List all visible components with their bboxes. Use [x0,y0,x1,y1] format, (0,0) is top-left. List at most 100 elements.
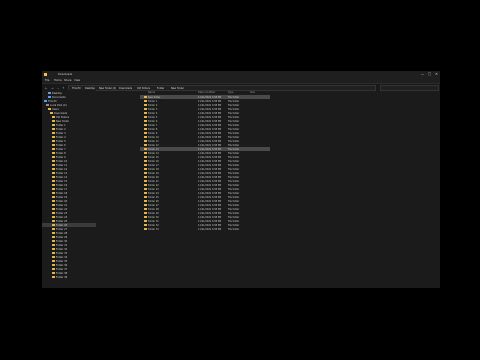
column-type[interactable]: Type [228,91,234,94]
folder-icon [144,107,147,111]
window-title: Downloads [58,73,73,76]
folder-icon [144,219,147,223]
folder-icon [52,215,55,219]
folder-icon [52,191,55,195]
folder-icon [52,115,55,119]
folder-icon [52,243,55,247]
folder-icon [144,135,147,139]
folder-icon [52,199,55,203]
folder-icon [52,131,55,135]
minimize-button[interactable]: — [420,72,425,76]
folder-icon [144,103,147,107]
folder-icon [144,215,147,219]
folder-icon [144,151,147,155]
folder-icon [144,191,147,195]
folder-icon [144,147,147,151]
forward-arrow-icon[interactable]: → [51,86,54,90]
folder-icon [52,159,55,163]
back-arrow-icon[interactable]: ← [45,86,48,90]
recent-chevron-down-icon[interactable]: ⌄ [57,86,60,90]
nav-item[interactable]: Folder 39 [52,275,67,279]
folder-icon [144,167,147,171]
folder-icon [52,155,55,159]
folder-icon [52,235,55,239]
folder-icon [52,203,55,207]
folder-icon [52,167,55,171]
address-bar-row: ← → ⌄ ↑ This PC Desktop New folder (2) D… [42,83,440,91]
folder-icon [144,199,147,203]
folder-icon [52,255,55,259]
folder-icon [52,163,55,167]
folder-icon [52,259,55,263]
tab-file[interactable]: File [45,79,49,82]
folder-icon [52,211,55,215]
folder-icon [52,251,55,255]
folder-icon [52,231,55,235]
up-arrow-icon[interactable]: ↑ [62,86,65,90]
folder-icon [52,123,55,127]
nav-selection-highlight [42,223,96,227]
folder-icon [144,211,147,215]
folder-icon [52,175,55,179]
status-bar [42,286,440,288]
folder-icon [48,95,51,99]
file-date: 11/21/2021 4:58 PM [198,227,222,231]
folder-icon [144,203,147,207]
file-explorer-window: Downloads — □ ✕ File Home Share View ← →… [42,71,440,288]
folder-icon [44,73,47,76]
folder-icon [144,227,147,231]
folder-icon [52,267,55,271]
folder-icon [144,175,147,179]
folder-icon [144,171,147,175]
folder-icon [144,163,147,167]
folder-icon [144,115,147,119]
folder-icon [52,171,55,175]
folder-icon [52,275,55,279]
folder-icon [52,143,55,147]
folder-icon [144,159,147,163]
folder-icon [52,151,55,155]
folder-icon [52,223,55,227]
breadcrumb-item[interactable]: New folder (2) [99,87,116,90]
breadcrumb-item[interactable]: Downloads [119,87,132,90]
folder-icon [52,179,55,183]
folder-icon [52,227,55,231]
folder-icon [50,111,53,115]
tab-share[interactable]: Share [64,79,72,82]
folder-icon [46,103,49,107]
folder-icon [52,183,55,187]
folder-icon [144,119,147,123]
folder-icon [52,139,55,143]
tab-home[interactable]: Home [54,79,62,82]
file-type: File folder [228,227,240,231]
folder-icon [144,143,147,147]
folder-icon [144,195,147,199]
file-row[interactable]: Folder 33 11/21/2021 4:58 PM File folder [140,227,270,231]
folder-icon [52,135,55,139]
nav-item-label: Folder 39 [56,275,68,279]
folder-icon [144,111,147,115]
folder-icon [144,139,147,143]
column-date[interactable]: Date modified [198,91,215,94]
file-name: Folder 33 [148,227,159,231]
close-button[interactable]: ✕ [434,72,439,76]
folder-icon [52,147,55,151]
folder-icon [144,131,147,135]
file-list[interactable]: Name Date modified Type Size New folder 1… [140,90,440,286]
folder-icon [48,107,51,111]
folder-icon [44,99,47,103]
folder-icon [144,187,147,191]
folder-icon [52,263,55,267]
folder-icon [52,271,55,275]
column-name[interactable]: Name [148,91,155,94]
maximize-button[interactable]: □ [427,72,432,76]
title-bar[interactable]: Downloads — □ ✕ [42,71,440,78]
folder-icon [52,207,55,211]
column-size[interactable]: Size [250,91,255,94]
folder-icon [52,187,55,191]
navigation-pane[interactable]: Desktop Documents This PC Local Disk (C:) Us… [42,90,96,286]
folder-icon [52,195,55,199]
folder-icon [52,119,55,123]
tab-view[interactable]: View [74,79,80,82]
folder-icon [144,183,147,187]
